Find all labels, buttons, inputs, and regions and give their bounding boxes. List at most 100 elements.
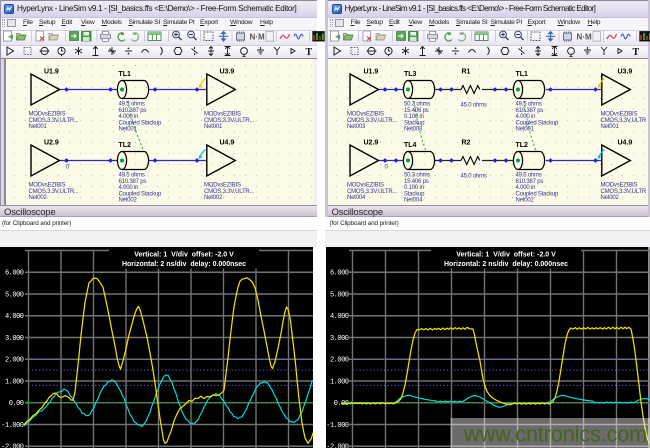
svg-text:N·M: N·M [577,33,592,42]
svg-text:MODvsEZIBIS: MODvsEZIBIS [29,183,66,189]
svg-text:1.000: 1.000 [330,378,349,386]
svg-text:49.5 ohms: 49.5 ohms [119,102,145,108]
svg-text:TL1: TL1 [119,71,132,78]
svg-text:4.000 in: 4.000 in [119,185,139,191]
svg-text:Net002: Net002 [601,195,620,201]
svg-text:610.387 ps: 610.387 ps [516,179,544,185]
svg-text:45.0 ohms: 45.0 ohms [461,103,487,109]
svg-text:3.000: 3.000 [5,335,24,343]
svg-text:Net001: Net001 [601,124,620,130]
svg-text:Net003: Net003 [347,124,366,130]
svg-text:CMOS,3.3V,ULTR...: CMOS,3.3V,ULTR... [347,118,397,124]
svg-text:Vertical: 1 V/div offset: -2: Vertical: 1 V/div offset: -2.0 V [134,252,234,259]
svg-text:MODvsEZIBIS: MODvsEZIBIS [601,183,638,189]
svg-text:U3.9: U3.9 [618,69,633,76]
svg-text:Net002: Net002 [516,198,535,204]
svg-text:0.00: 0.00 [9,400,24,408]
svg-text:45.0 ohms: 45.0 ohms [461,174,487,180]
svg-text:CMOS,3.3V,ULTR...: CMOS,3.3V,ULTR... [29,189,79,195]
svg-text:MODvsEZIBIS: MODvsEZIBIS [347,112,384,118]
svg-text:Coupled Stackup: Coupled Stackup [516,191,560,197]
svg-text:5.000: 5.000 [5,291,24,299]
svg-text:Net001: Net001 [29,124,48,130]
svg-text:5.000: 5.000 [330,291,349,299]
svg-text:-2.000: -2.000 [1,444,24,448]
svg-text:2.000: 2.000 [330,357,349,365]
svg-text:R2: R2 [462,140,471,147]
svg-text:T: T [633,47,640,58]
svg-text:0.100 in: 0.100 in [404,185,424,191]
svg-text:U4.9: U4.9 [220,140,235,147]
svg-text:U2.9: U2.9 [364,140,379,147]
svg-text:Coupled Stackup: Coupled Stackup [119,191,163,197]
svg-text:MODvsEZIBIS: MODvsEZIBIS [29,112,66,118]
svg-text:TL2: TL2 [516,142,529,149]
svg-text:610.387 ps: 610.387 ps [516,108,544,114]
svg-text:U1.9: U1.9 [364,69,379,76]
svg-text:4.000: 4.000 [5,313,24,321]
svg-text:Net002: Net002 [29,195,48,201]
svg-text:U3.9: U3.9 [220,69,235,76]
svg-text:6.000: 6.000 [330,270,349,278]
svg-text:Net003: Net003 [404,127,423,133]
svg-text:Net001: Net001 [516,127,535,133]
svg-text:Net004: Net004 [347,195,366,201]
svg-text:CMOS,3.3V,ULTR...: CMOS,3.3V,ULTR... [204,189,254,195]
svg-text:49.5 ohms: 49.5 ohms [119,173,145,179]
svg-text:15.406 ps: 15.406 ps [404,179,429,185]
svg-text:Horizontal: 2 ns/div delay: 0: Horizontal: 2 ns/div delay: 0.000nsec [122,261,246,268]
svg-text:6.000: 6.000 [5,270,24,278]
svg-text:N·M: N·M [250,33,265,42]
svg-text:Net002: Net002 [204,195,223,201]
svg-text:CMOS,3.3V,ULTR...: CMOS,3.3V,ULTR... [29,118,79,124]
svg-text:CMOS,3.3V,ULTR: CMOS,3.3V,ULTR [601,189,647,195]
svg-text:50.3 ohms: 50.3 ohms [404,102,430,108]
svg-text:TL3: TL3 [404,71,417,78]
svg-text:2.000: 2.000 [5,357,24,365]
svg-text:Coupled Stackup: Coupled Stackup [516,120,560,126]
svg-text:CMOS,3.3V,ULTR: CMOS,3.3V,ULTR [601,118,647,124]
svg-text:-2.000: -2.000 [326,444,349,448]
svg-text:TL1: TL1 [516,71,529,78]
svg-text:50.3 ohms: 50.3 ohms [404,173,430,179]
svg-text:4.000: 4.000 [330,313,349,321]
svg-text:CMOS,3.3V,ULTR...: CMOS,3.3V,ULTR... [347,189,397,195]
svg-text:MODvsEZIBIS: MODvsEZIBIS [601,112,638,118]
svg-text:49.5 ohms: 49.5 ohms [516,102,542,108]
svg-text:MODvsEZIBIS: MODvsEZIBIS [204,183,241,189]
svg-text:-1.000: -1.000 [1,422,24,430]
svg-text:49.5 ohms: 49.5 ohms [516,173,542,179]
svg-text:CMOS,3.3V,ULTR...: CMOS,3.3V,ULTR... [204,118,254,124]
svg-text:1.000: 1.000 [5,378,24,386]
svg-text:R1: R1 [462,69,471,76]
svg-text:Net004: Net004 [404,198,423,204]
svg-text:0: 0 [385,165,389,171]
svg-text:MODvsEZIBIS: MODvsEZIBIS [204,112,241,118]
svg-text:Horizontal: 2 ns/div delay: 0: Horizontal: 2 ns/div delay: 0.000nsec [444,261,568,268]
svg-text:0.100 in: 0.100 in [404,114,424,120]
svg-text:TL2: TL2 [119,142,132,149]
svg-text:Net001: Net001 [204,124,223,130]
svg-text:-1.000: -1.000 [326,422,349,430]
svg-text:4.000 in: 4.000 in [516,185,536,191]
svg-text:Net002: Net002 [119,198,138,204]
svg-text:U2.9: U2.9 [44,140,59,147]
svg-text:U1.9: U1.9 [44,69,59,76]
svg-text:Stackup: Stackup [404,120,425,126]
svg-text:4.000 in: 4.000 in [516,114,536,120]
svg-text:Vertical: 1 V/div offset: -2: Vertical: 1 V/div offset: -2.0 V [456,252,556,259]
svg-text:Coupled Stackup: Coupled Stackup [119,120,163,126]
svg-text:3.000: 3.000 [330,335,349,343]
svg-text:610.387 ps: 610.387 ps [119,179,147,185]
svg-text:0: 0 [66,165,70,171]
svg-text:U4.9: U4.9 [618,140,633,147]
svg-text:www.cntronics.com: www.cntronics.com [463,422,647,447]
svg-text:T: T [306,47,313,58]
svg-text:Stackup: Stackup [404,191,425,197]
svg-text:Net001: Net001 [119,127,138,133]
svg-text:610.387 ps: 610.387 ps [119,108,147,114]
svg-text:15.406 ps: 15.406 ps [404,108,429,114]
svg-text:4.000 in: 4.000 in [119,114,139,120]
svg-text:TL4: TL4 [404,142,417,149]
svg-text:MODvsEZIBIS: MODvsEZIBIS [347,183,384,189]
